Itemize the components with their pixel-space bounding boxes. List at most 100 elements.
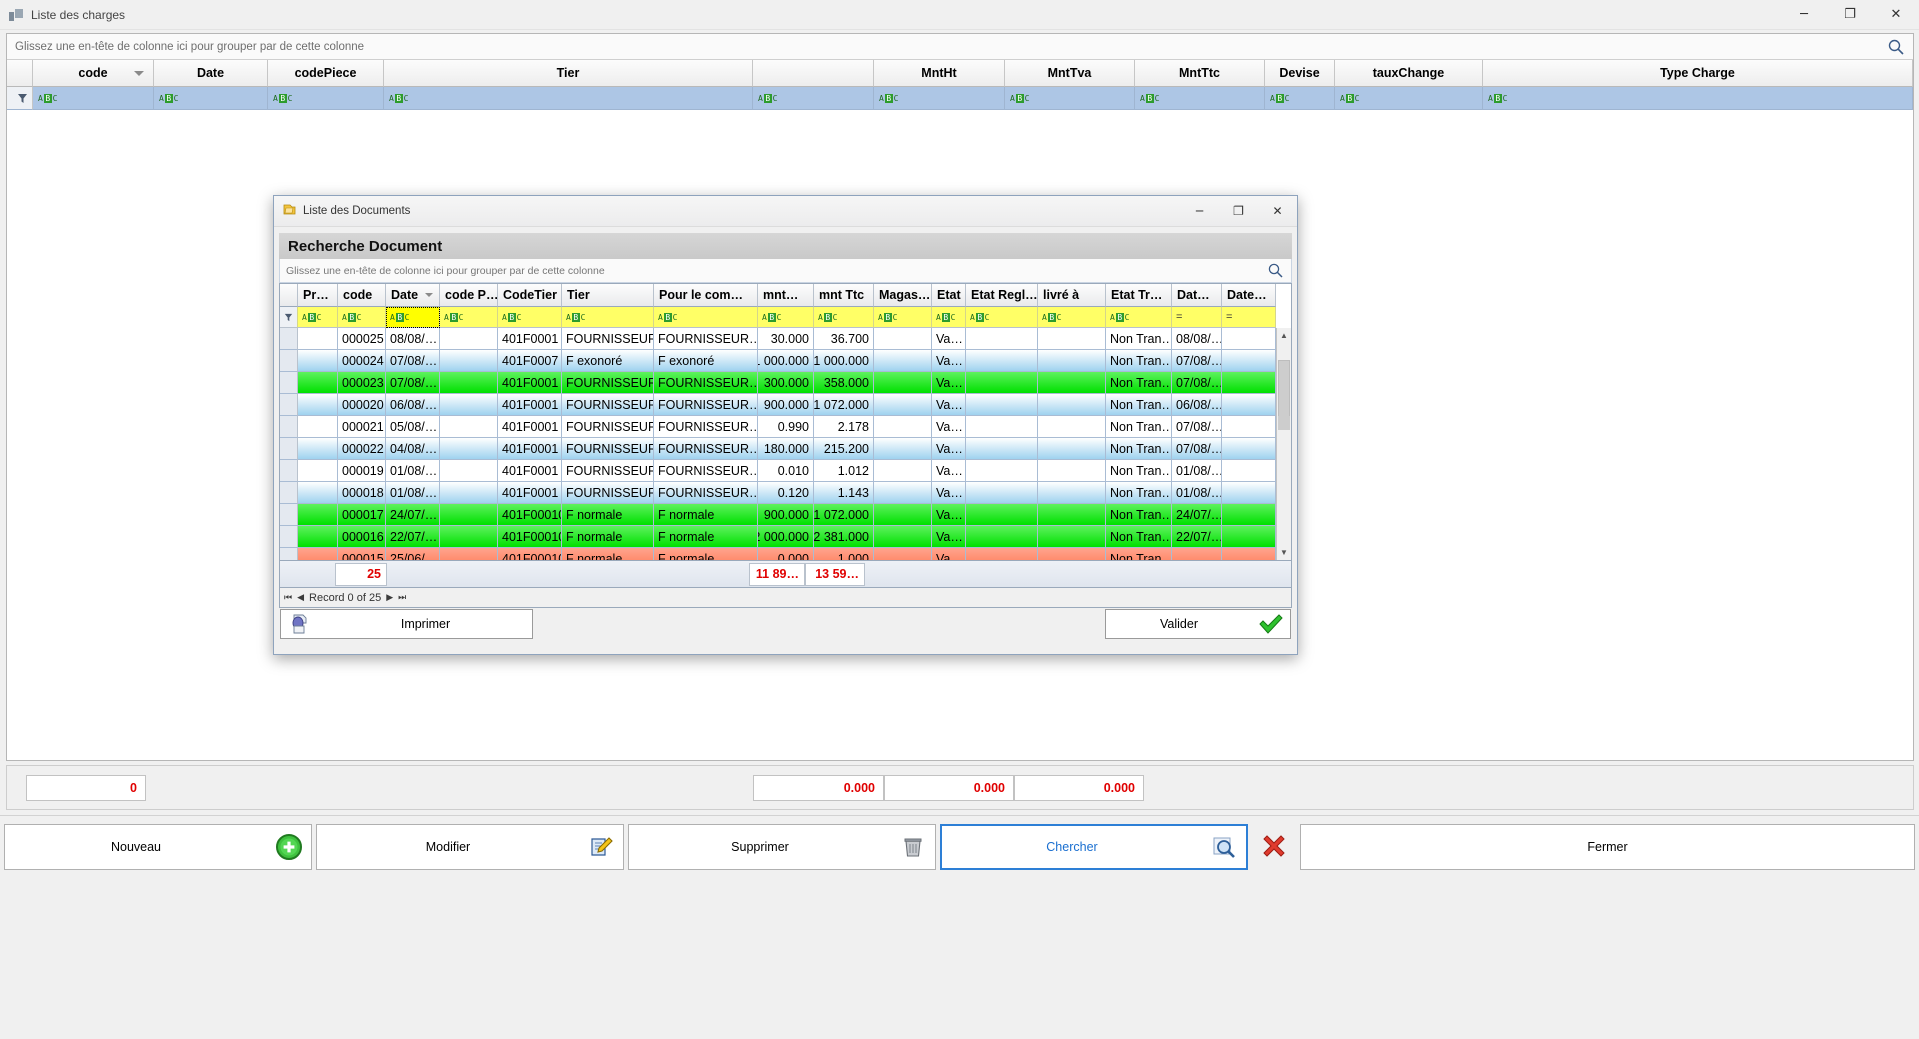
dlg-filter-cell-date[interactable]: ABC — [386, 307, 440, 328]
grid-vertical-scrollbar[interactable]: ▲ ▼ — [1276, 328, 1291, 560]
dlg-column-header-mntttc[interactable]: mnt Ttc — [814, 284, 874, 307]
dlg-column-header-pr[interactable]: Pr… — [298, 284, 338, 307]
dlg-column-header-codetier[interactable]: CodeTier — [498, 284, 562, 307]
dialog-maximize-button[interactable]: ❐ — [1219, 196, 1258, 226]
filter-cell[interactable]: ABC — [1265, 87, 1335, 110]
column-header-mntht[interactable]: MntHt — [874, 60, 1005, 87]
dlg-filter-cell-livrea[interactable]: ABC — [1038, 307, 1106, 328]
table-row[interactable]: 00002105/08/…401F0001FOURNISSEUR…FOURNIS… — [280, 416, 1291, 438]
filter-cell[interactable]: ABC — [1483, 87, 1913, 110]
dlg-filter-cell-date2[interactable]: = — [1222, 307, 1276, 328]
column-header-tauxchange[interactable]: tauxChange — [1335, 60, 1483, 87]
red-x-icon[interactable] — [1252, 832, 1296, 862]
dlg-column-header-mntht[interactable]: mnt… — [758, 284, 814, 307]
dlg-filter-cell-date1[interactable]: = — [1172, 307, 1222, 328]
dialog-minimize-button[interactable]: ─ — [1180, 196, 1219, 226]
filter-cell[interactable]: ABC — [268, 87, 384, 110]
main-group-panel[interactable]: Glissez une en-tête de colonne ici pour … — [7, 34, 1913, 60]
table-row[interactable]: 00001901/08/…401F0001FOURNISSEUR…FOURNIS… — [280, 460, 1291, 482]
dlg-filter-cell-etattr[interactable]: ABC — [1106, 307, 1172, 328]
dialog-group-panel[interactable]: Glissez une en-tête de colonne ici pour … — [279, 259, 1292, 283]
fermer-button[interactable]: Fermer — [1300, 823, 1915, 870]
table-row[interactable]: 00002508/08/…401F0001FOURNISSEUR…FOURNIS… — [280, 328, 1291, 350]
dialog-close-button[interactable]: ✕ — [1258, 196, 1297, 226]
table-row[interactable]: 000015 25/06/… 401F00010 F normale F normale… — [280, 548, 1291, 560]
column-header-blank[interactable] — [7, 60, 33, 87]
column-header-codepiece[interactable]: codePiece — [268, 60, 384, 87]
search-icon[interactable] — [1887, 38, 1905, 56]
filter-funnel-cell[interactable] — [7, 87, 33, 110]
nouveau-button[interactable]: Nouveau — [4, 823, 312, 870]
documents-grid: Pr… code Date code P… CodeTier Tier Pour le co… — [279, 283, 1292, 561]
dlg-column-header-date2[interactable]: Date… — [1222, 284, 1276, 307]
dlg-column-header-date[interactable]: Date — [386, 284, 440, 307]
search-icon[interactable] — [1267, 262, 1284, 279]
filter-cell[interactable]: ABC — [384, 87, 753, 110]
cell-tier: F normale — [562, 526, 654, 548]
dlg-column-header-ind[interactable] — [280, 284, 298, 307]
dlg-filter-cell-magasin[interactable]: ABC — [874, 307, 932, 328]
dlg-column-header-livrea[interactable]: livré à — [1038, 284, 1106, 307]
maximize-button[interactable]: ❐ — [1827, 0, 1873, 30]
filter-cell[interactable]: ABC — [874, 87, 1005, 110]
dlg-column-header-code[interactable]: code — [338, 284, 386, 307]
filter-cell[interactable]: ABC — [1335, 87, 1483, 110]
dlg-column-header-etatregl[interactable]: Etat Regl… — [966, 284, 1038, 307]
chercher-button[interactable]: Chercher — [940, 823, 1248, 870]
table-row[interactable]: 00001801/08/…401F0001FOURNISSEUR…FOURNIS… — [280, 482, 1291, 504]
supprimer-button[interactable]: Supprimer — [628, 823, 936, 870]
imprimer-button[interactable]: Imprimer — [280, 609, 533, 639]
filter-cell[interactable]: ABC — [1135, 87, 1265, 110]
table-row[interactable]: 000017 24/07/… 401F00010 F normale F normale… — [280, 504, 1291, 526]
valider-button[interactable]: Valider — [1105, 609, 1291, 639]
cell-date: 04/08/… — [386, 438, 440, 460]
dlg-filter-cell-etatregl[interactable]: ABC — [966, 307, 1038, 328]
dlg-filter-cell-pourle[interactable]: ABC — [654, 307, 758, 328]
scroll-up-icon[interactable]: ▲ — [1277, 328, 1291, 343]
dlg-column-header-codep[interactable]: code P… — [440, 284, 498, 307]
filter-cell[interactable]: ABC — [1005, 87, 1135, 110]
dlg-column-header-pourle[interactable]: Pour le com… — [654, 284, 758, 307]
dlg-filter-cell-code[interactable]: ABC — [338, 307, 386, 328]
scroll-down-icon[interactable]: ▼ — [1277, 545, 1291, 560]
column-header-devise[interactable]: Devise — [1265, 60, 1335, 87]
filter-cell[interactable]: ABC — [154, 87, 268, 110]
dlg-filter-cell-mntttc[interactable]: ABC — [814, 307, 874, 328]
dlg-column-header-etat[interactable]: Etat — [932, 284, 966, 307]
column-header-date[interactable]: Date — [154, 60, 268, 87]
table-row[interactable]: 000024 07/08/… 401F0007 F exonoré F exonoré 1… — [280, 350, 1291, 372]
dlg-filter-cell-etat[interactable]: ABC — [932, 307, 966, 328]
table-row[interactable]: 00002006/08/…401F0001FOURNISSEUR…FOURNIS… — [280, 394, 1291, 416]
scrollbar-grip[interactable] — [1278, 416, 1290, 430]
dlg-filter-cell-codep[interactable]: ABC — [440, 307, 498, 328]
table-row[interactable]: 00002204/08/…401F0001FOURNISSEUR…FOURNIS… — [280, 438, 1291, 460]
column-header-code[interactable]: code — [33, 60, 154, 87]
dlg-filter-cell-tier[interactable]: ABC — [562, 307, 654, 328]
main-grid-filter-row[interactable]: ABC ABC ABC ABC ABC ABC ABC ABC ABC ABC ABC — [7, 87, 1913, 110]
dlg-filter-funnel-cell[interactable] — [280, 307, 298, 328]
modifier-button[interactable]: Modifier — [316, 823, 624, 870]
column-header-tier[interactable]: Tier — [384, 60, 753, 87]
dlg-column-header-etattr[interactable]: Etat Tr… — [1106, 284, 1172, 307]
filter-cell[interactable]: ABC — [33, 87, 154, 110]
dlg-column-header-magasin[interactable]: Magas… — [874, 284, 932, 307]
table-row[interactable]: 000016 22/07/… 401F00010 F normale F normale… — [280, 526, 1291, 548]
dlg-filter-cell-codetier[interactable]: ABC — [498, 307, 562, 328]
column-header-mnttva[interactable]: MntTva — [1005, 60, 1135, 87]
filter-cell[interactable]: ABC — [753, 87, 874, 110]
dlg-filter-cell-pr[interactable]: ABC — [298, 307, 338, 328]
column-header-blank[interactable] — [753, 60, 874, 87]
cell-date1: 08/08/… — [1172, 328, 1222, 350]
dlg-column-header-tier[interactable]: Tier — [562, 284, 654, 307]
column-header-mntttc[interactable]: MntTtc — [1135, 60, 1265, 87]
dlg-column-header-date1[interactable]: Dat… — [1172, 284, 1222, 307]
documents-grid-filter-row[interactable]: ABC ABC ABC ABC ABC ABC ABC ABC ABC ABC ABC ABC ABC A… — [280, 307, 1291, 328]
grid-summary-row: 25 11 89… 13 59… — [279, 561, 1292, 588]
dlg-filter-cell-mntht[interactable]: ABC — [758, 307, 814, 328]
close-button[interactable]: ✕ — [1873, 0, 1919, 30]
cell-date: 08/08/… — [386, 328, 440, 350]
table-row[interactable]: 00002307/08/…401F0001FOURNISSEUR…FOURNIS… — [280, 372, 1291, 394]
column-header-type-charge[interactable]: Type Charge — [1483, 60, 1913, 87]
minimize-button[interactable]: ─ — [1781, 0, 1827, 30]
cell-tier: FOURNISSEUR… — [562, 416, 654, 438]
